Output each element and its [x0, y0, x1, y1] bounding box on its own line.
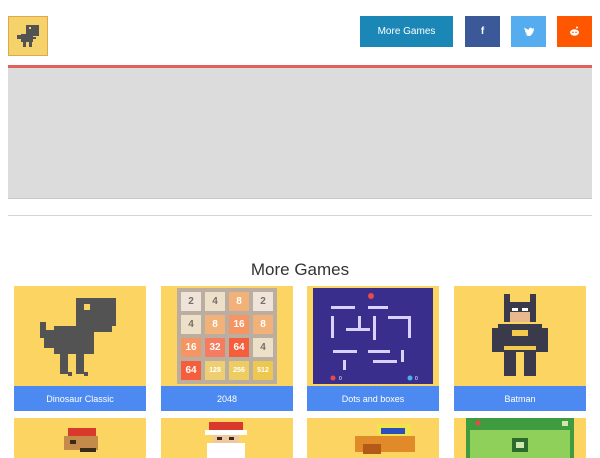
dinosaur-icon: [40, 298, 116, 376]
santa-icon: [205, 422, 247, 458]
facebook-share-button[interactable]: f: [465, 16, 500, 47]
snake-board-icon: [466, 418, 574, 458]
game-card-label: Dots and boxes: [307, 386, 439, 411]
reddit-icon: [570, 26, 579, 36]
game-2048-board: 2 4 8 2 4 8 16 8 16 32 64 4 64 128 256 512: [177, 288, 277, 384]
game-card-racer[interactable]: [307, 418, 439, 458]
batman-icon: [492, 294, 548, 376]
game-thumbnail: 2 4 8 2 4 8 16 8 16 32 64 4 64 128 256 512: [161, 286, 293, 386]
game-card-snake[interactable]: [454, 418, 586, 458]
board-tile: 8: [229, 292, 249, 311]
more-games-button[interactable]: More Games: [360, 16, 453, 47]
facebook-icon: f: [480, 26, 485, 37]
board-tile: 128: [205, 361, 225, 380]
game-thumbnail: [454, 286, 586, 386]
more-games-heading: More Games: [250, 260, 350, 279]
dinosaur-icon: [17, 25, 39, 47]
ad-placeholder: [8, 68, 592, 199]
dots-score-blue: 0: [415, 376, 418, 382]
game-card-label: Batman: [454, 386, 586, 411]
game-card-mario[interactable]: [14, 418, 146, 458]
board-tile: 512: [253, 361, 273, 380]
reddit-share-button[interactable]: [557, 16, 592, 47]
game-card-dots-and-boxes[interactable]: 0 0 Dots and boxes: [307, 286, 439, 411]
mario-icon: [64, 428, 98, 452]
board-tile: 64: [181, 361, 201, 380]
game-card-label: 2048: [161, 386, 293, 411]
site-logo[interactable]: [8, 16, 48, 56]
game-card-batman[interactable]: Batman: [454, 286, 586, 411]
board-tile: 4: [253, 338, 273, 357]
dots-score-red: 0: [339, 376, 342, 382]
game-card-dinosaur-classic[interactable]: Dinosaur Classic: [14, 286, 146, 411]
board-tile: 16: [229, 315, 249, 334]
board-tile: 8: [205, 315, 225, 334]
board-tile: 4: [181, 315, 201, 334]
game-card-santa[interactable]: [161, 418, 293, 458]
board-tile: 4: [205, 292, 225, 311]
board-tile: 64: [229, 338, 249, 357]
dots-board: 0 0: [313, 288, 433, 384]
board-tile: 2: [181, 292, 201, 311]
board-tile: 2: [253, 292, 273, 311]
racer-icon: [355, 424, 415, 454]
board-tile: 8: [253, 315, 273, 334]
game-thumbnail: 0 0: [307, 286, 439, 386]
board-tile: 16: [181, 338, 201, 357]
section-divider: [8, 215, 592, 216]
game-card-label: Dinosaur Classic: [14, 386, 146, 411]
game-card-2048[interactable]: 2 4 8 2 4 8 16 8 16 32 64 4 64 128 256 512 2048: [161, 286, 293, 411]
twitter-share-button[interactable]: [511, 16, 546, 47]
board-tile: 32: [205, 338, 225, 357]
twitter-icon: [523, 27, 534, 36]
game-thumbnail: [14, 286, 146, 386]
board-tile: 256: [229, 361, 249, 380]
